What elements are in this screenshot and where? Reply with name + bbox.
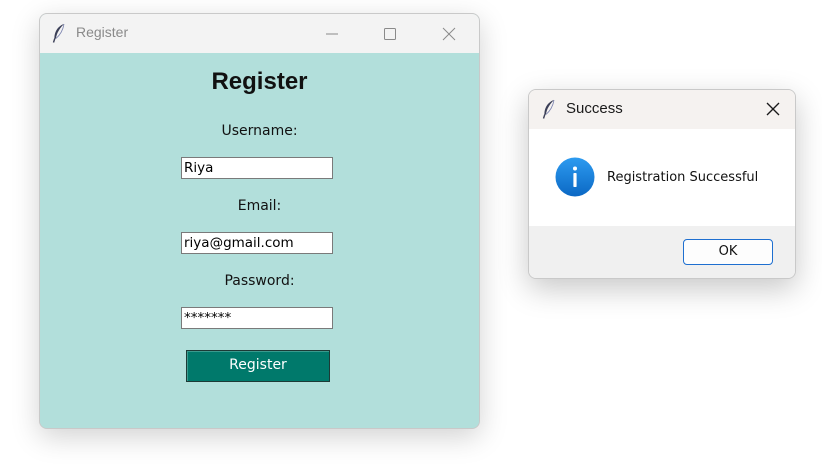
dialog-title: Success — [566, 100, 623, 117]
close-button[interactable] — [426, 14, 472, 53]
dialog-body: Registration Successful — [529, 129, 795, 226]
register-window: Register Register Username: Riya Email: … — [39, 13, 480, 429]
dialog-message: Registration Successful — [607, 170, 759, 185]
dialog-footer: OK — [529, 226, 795, 278]
ok-button[interactable]: OK — [683, 239, 773, 265]
username-field[interactable]: Riya — [181, 157, 333, 179]
minimize-button[interactable] — [309, 14, 355, 53]
username-label: Username: — [221, 123, 298, 139]
register-form: Register Username: Riya Email: riya@gmai… — [40, 53, 479, 428]
password-field[interactable]: ******* — [181, 307, 333, 329]
form-heading: Register — [211, 68, 308, 95]
register-titlebar[interactable]: Register — [40, 14, 479, 53]
password-label: Password: — [224, 273, 295, 289]
email-label: Email: — [237, 198, 282, 214]
feather-icon — [52, 23, 66, 47]
maximize-button[interactable] — [367, 14, 413, 53]
info-icon — [555, 157, 595, 197]
feather-icon — [542, 99, 556, 123]
window-title: Register — [76, 24, 129, 40]
dialog-titlebar[interactable]: Success — [529, 90, 795, 129]
dialog-close-button[interactable] — [750, 90, 795, 129]
email-field[interactable]: riya@gmail.com — [181, 232, 333, 254]
success-dialog: Success Registration Successful OK — [528, 89, 796, 279]
register-button[interactable]: Register — [186, 350, 330, 382]
